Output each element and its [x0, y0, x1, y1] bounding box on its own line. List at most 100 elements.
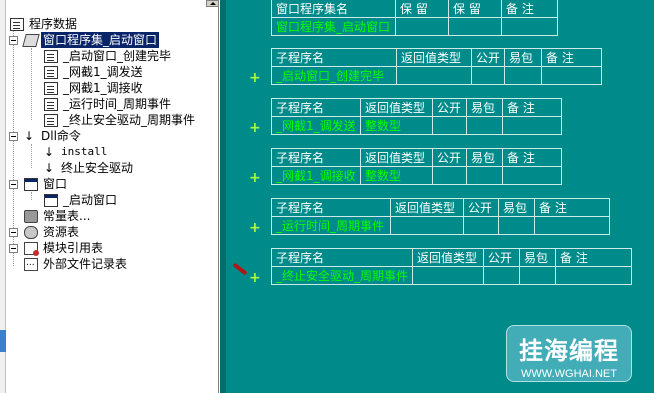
modules-label: 模块引用表: [43, 241, 104, 255]
tree-item-sub[interactable]: _运行时间_周期事件: [44, 96, 173, 112]
tree-root[interactable]: 程序数据: [10, 16, 79, 32]
dll-item-label: install: [61, 145, 108, 158]
sub-name-cell[interactable]: _运行时间_周期事件: [271, 216, 391, 235]
subroutine-table: 子程序名 返回值类型 公开 易包 备 注 _终止安全驱动_周期事件: [270, 248, 633, 285]
value-cell[interactable]: [541, 66, 603, 85]
tree-scrollbar[interactable]: [0, 0, 6, 393]
expand-plus-icon[interactable]: +: [249, 71, 261, 85]
tree-item-dll-commands[interactable]: Dll命令: [24, 128, 83, 144]
program-set-name-cell[interactable]: 窗口程序集_启动窗口: [271, 17, 396, 36]
tree-item-resources[interactable]: 资源表: [24, 224, 81, 240]
resources-icon: [24, 225, 38, 239]
value-cell[interactable]: [483, 266, 521, 285]
dll-command-icon: [24, 128, 36, 144]
value-cell[interactable]: [432, 116, 467, 135]
sub-name-cell[interactable]: _网截1_调接收: [271, 166, 361, 185]
header-cell: 保 留: [448, 0, 502, 18]
value-cell[interactable]: [432, 166, 467, 185]
return-type-cell[interactable]: [390, 216, 464, 235]
header-cell: 备 注: [541, 48, 603, 67]
external-file-icon: [24, 255, 38, 271]
value-cell[interactable]: [502, 116, 562, 135]
header-cell: 备 注: [502, 148, 562, 167]
tree-item-windows[interactable]: 窗口: [24, 176, 69, 192]
sub-label: _网截1_调发送: [63, 65, 143, 79]
tree-scrollbar-thumb[interactable]: [0, 330, 6, 352]
expand-toggle-modules[interactable]: [9, 244, 18, 253]
program-set-label: 窗口程序集_启动窗口: [41, 32, 160, 48]
value-cell[interactable]: [463, 216, 499, 235]
tree-item-sub[interactable]: _启动窗口_创建完毕: [44, 48, 173, 64]
tree-item-dll[interactable]: install: [44, 144, 109, 160]
value-cell[interactable]: [448, 17, 502, 36]
tree-item-program-set[interactable]: 窗口程序集_启动窗口: [22, 32, 160, 48]
header-cell: 公开: [432, 98, 467, 117]
scroll-up-button[interactable]: [206, 0, 218, 7]
expand-toggle-resources[interactable]: [9, 228, 18, 237]
return-type-cell[interactable]: 整数型: [360, 166, 433, 185]
header-cell: 返回值类型: [412, 248, 485, 267]
tree-item-sub[interactable]: _网截1_调发送: [44, 64, 145, 80]
sub-name-cell[interactable]: _启动窗口_创建完毕: [271, 66, 397, 85]
value-cell[interactable]: [504, 66, 543, 85]
expand-plus-icon[interactable]: +: [249, 171, 261, 185]
value-cell[interactable]: [555, 266, 633, 285]
collapse-toggle-program-set[interactable]: [9, 36, 18, 45]
expand-plus-icon[interactable]: +: [249, 121, 261, 135]
dll-command-icon: [44, 144, 56, 160]
subroutine-icon: [44, 81, 58, 95]
tree-item-sub[interactable]: _终止安全驱动_周期事件: [44, 112, 197, 128]
header-cell: 公开: [470, 48, 506, 67]
tree-item-modules[interactable]: 模块引用表: [24, 240, 105, 256]
header-cell: 子程序名: [271, 98, 361, 117]
value-cell[interactable]: [498, 216, 535, 235]
subroutine-icon: [44, 65, 58, 79]
subroutine-table: 子程序名 返回值类型 公开 易包 备 注 _网截1_调发送 整数型: [271, 98, 562, 135]
value-cell[interactable]: [534, 216, 610, 235]
dll-commands-label: Dll命令: [41, 129, 81, 143]
tree-item-dll[interactable]: 终止安全驱动: [44, 160, 135, 176]
tree-item-external-files[interactable]: 外部文件记录表: [24, 255, 129, 272]
return-type-cell[interactable]: [396, 66, 472, 85]
window-icon: [44, 193, 58, 207]
header-cell: 易包: [466, 98, 503, 117]
header-cell: 公开: [432, 148, 467, 167]
project-tree-panel[interactable]: 程序数据 窗口程序集_启动窗口 _启动窗口_创建完毕 _网截1_调发送 _网截1…: [0, 0, 219, 393]
value-cell[interactable]: [466, 166, 503, 185]
header-cell: 返回值类型: [360, 148, 433, 167]
resources-label: 资源表: [43, 225, 80, 239]
value-cell[interactable]: [501, 17, 558, 36]
expand-plus-icon[interactable]: +: [249, 271, 261, 285]
header-cell: 保 留: [395, 0, 449, 18]
collapse-toggle-dll[interactable]: [9, 132, 18, 141]
tree-guide-line: [31, 144, 32, 168]
sub-name-cell[interactable]: _网截1_调发送: [271, 116, 361, 135]
value-cell[interactable]: [395, 17, 449, 36]
header-cell: 备 注: [555, 248, 633, 267]
value-cell[interactable]: [519, 266, 557, 285]
header-cell: 易包: [466, 148, 503, 167]
subroutine-table: 子程序名 返回值类型 公开 易包 备 注 _运行时间_周期事件: [271, 198, 610, 235]
collapse-toggle-windows[interactable]: [9, 180, 18, 189]
tree-item-constants[interactable]: 常量表...: [24, 208, 92, 224]
sub-label: _终止安全驱动_周期事件: [63, 113, 196, 127]
header-cell: 备 注: [501, 0, 558, 18]
return-type-cell[interactable]: [412, 266, 485, 285]
tree-item-window[interactable]: _启动窗口: [44, 192, 119, 208]
header-cell: 窗口程序集名: [271, 0, 396, 18]
value-cell[interactable]: [502, 166, 562, 185]
subroutine-icon: [44, 97, 58, 111]
value-cell[interactable]: [470, 66, 506, 85]
watermark-logo: 挂海编程 WWW.WGHAI.NET: [506, 325, 632, 382]
expand-plus-icon[interactable]: +: [249, 221, 261, 235]
return-type-cell[interactable]: 整数型: [360, 116, 433, 135]
tree-guide-line: [31, 192, 32, 200]
header-cell: 返回值类型: [390, 198, 464, 217]
tree-item-sub[interactable]: _网截1_调接收: [44, 80, 145, 96]
value-cell[interactable]: [466, 116, 503, 135]
program-data-icon: [10, 17, 24, 31]
sub-name-cell[interactable]: _终止安全驱动_周期事件: [270, 266, 414, 285]
windows-label: 窗口: [43, 177, 68, 191]
watermark-title: 挂海编程: [519, 337, 619, 365]
program-set-table: 窗口程序集名 保 留 保 留 备 注 窗口程序集_启动窗口: [271, 0, 558, 36]
